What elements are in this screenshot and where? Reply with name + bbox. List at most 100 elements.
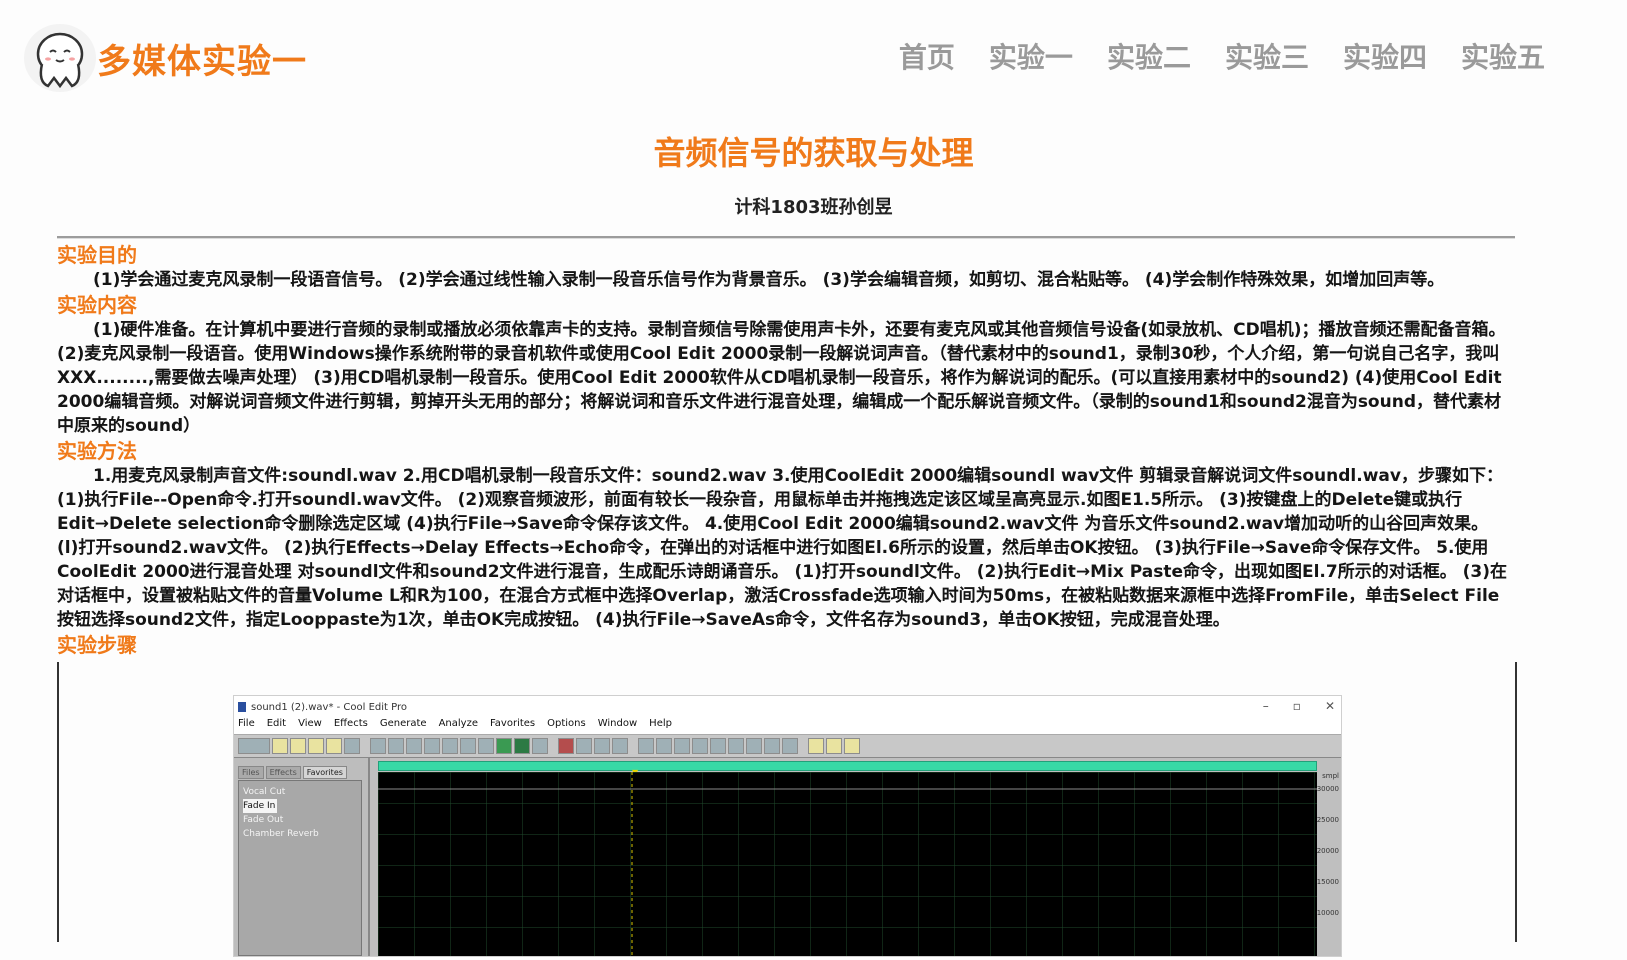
organizer-tabs: Files Effects Favorites — [234, 758, 368, 779]
window-controls: – ▫ ✕ — [1263, 699, 1335, 713]
steps-screenshot-frame: sound1 (2).wav* - Cool Edit Pro – ▫ ✕ Fi… — [57, 662, 1517, 957]
toolbar-icon — [782, 738, 798, 754]
tab-effects: Effects — [265, 766, 301, 779]
toolbar-icon — [692, 738, 708, 754]
maximize-icon: ▫ — [1292, 699, 1301, 713]
toolbar-icon — [826, 738, 842, 754]
toolbar-icon — [746, 738, 762, 754]
menu-favorites: Favorites — [489, 718, 536, 729]
page-title: 音频信号的获取与处理 — [653, 134, 974, 172]
toolbar-icon — [764, 738, 780, 754]
toolbar-cut-icon — [406, 738, 422, 754]
app-icon — [238, 702, 246, 712]
horizontal-rule — [57, 236, 1515, 239]
toolbar-paste-icon — [442, 738, 458, 754]
toolbar-green-icon — [496, 738, 512, 754]
toolbar-icon — [594, 738, 610, 754]
section-heading-steps: 实验步骤 — [57, 633, 137, 657]
amp-tick: 30000 — [1316, 785, 1339, 793]
toolbar-icon — [576, 738, 592, 754]
section-heading-purpose: 实验目的 — [57, 243, 137, 267]
cartoon-logo-icon — [36, 32, 84, 89]
author-line: 计科1803班孙创昱 — [734, 197, 893, 218]
amp-tick: 20000 — [1316, 847, 1339, 855]
toolbar-redo-icon — [388, 738, 404, 754]
amplitude-scale: smpl 30000 25000 20000 15000 10000 — [1317, 766, 1341, 956]
toolbar-pencil-icon — [558, 738, 574, 754]
nav-home[interactable]: 首页 — [899, 36, 955, 76]
toolbar-close-icon — [344, 738, 360, 754]
app-body: Files Effects Favorites Vocal Cut Fade I… — [234, 758, 1341, 956]
toolbar-new-icon — [272, 738, 288, 754]
toolbar-icon — [612, 738, 628, 754]
menu-edit: Edit — [266, 718, 287, 729]
app-window-title: sound1 (2).wav* - Cool Edit Pro — [251, 701, 408, 713]
menu-view: View — [298, 718, 322, 729]
toolbar-icon — [710, 738, 726, 754]
menu-help: Help — [649, 718, 672, 729]
cool-edit-screenshot: sound1 (2).wav* - Cool Edit Pro – ▫ ✕ Fi… — [233, 695, 1342, 957]
site-title[interactable]: 多媒体实验一 — [97, 34, 307, 83]
toolbar-icon — [656, 738, 672, 754]
tab-favorites: Favorites — [302, 766, 347, 779]
toolbar-icon — [674, 738, 690, 754]
menu-window: Window — [597, 718, 638, 729]
waveform-grid — [378, 772, 1317, 956]
section-text-method: 1.用麦克风录制声音文件:soundl.wav 2.用CD唱机录制一段音乐文件：… — [57, 466, 1507, 630]
waveform-area: ▼ smpl 30000 — [370, 758, 1341, 956]
menu-effects: Effects — [333, 718, 368, 729]
app-menubar: File Edit View Effects Generate Analyze … — [234, 718, 1341, 734]
article-body: 实验目的 (1)学会通过麦克风录制一段语音信号。 (2)学会通过线性输入录制一段… — [57, 242, 1515, 658]
organizer-pane: Files Effects Favorites Vocal Cut Fade I… — [234, 758, 370, 956]
toolbar-separator — [630, 739, 636, 753]
toolbar-separator — [550, 739, 556, 753]
nav-exp3[interactable]: 实验三 — [1225, 36, 1309, 76]
menu-options: Options — [547, 718, 586, 729]
toolbar-save-icon — [308, 738, 324, 754]
app-titlebar: sound1 (2).wav* - Cool Edit Pro – ▫ ✕ — [234, 696, 1341, 718]
main-nav: 首页 实验一 实验二 实验三 实验四 实验五 — [899, 36, 1545, 76]
list-item-selected: Fade In — [243, 799, 278, 813]
amp-tick: 15000 — [1316, 878, 1339, 886]
amp-tick: 25000 — [1316, 816, 1339, 824]
nav-exp2[interactable]: 实验二 — [1107, 36, 1191, 76]
toolbar-icon — [728, 738, 744, 754]
toolbar-separator — [362, 739, 368, 753]
logo-avatar[interactable] — [24, 24, 96, 92]
list-item: Fade Out — [243, 815, 284, 825]
section-heading-method: 实验方法 — [57, 439, 137, 463]
list-item: Chamber Reverb — [243, 829, 319, 839]
toolbar-icon — [808, 738, 824, 754]
nav-exp4[interactable]: 实验四 — [1343, 36, 1427, 76]
toolbar-icon — [532, 738, 548, 754]
amp-tick: 10000 — [1316, 909, 1339, 917]
menu-file: File — [238, 718, 255, 729]
toolbar-undo-icon — [370, 738, 386, 754]
favorites-list: Vocal Cut Fade In Fade Out Chamber Rever… — [238, 780, 362, 956]
toolbar-mix-icon — [460, 738, 476, 754]
toolbar-trim-icon — [478, 738, 494, 754]
list-item: Vocal Cut — [243, 787, 286, 797]
menu-generate: Generate — [379, 718, 427, 729]
menu-analyze: Analyze — [438, 718, 478, 729]
waveform-overview-bar — [378, 761, 1317, 771]
section-heading-content: 实验内容 — [57, 293, 137, 317]
close-icon: ✕ — [1324, 699, 1335, 713]
section-text-purpose: (1)学会通过麦克风录制一段语音信号。 (2)学会通过线性输入录制一段音乐信号作… — [93, 270, 1445, 290]
minimize-icon: – — [1262, 699, 1269, 713]
nav-exp1[interactable]: 实验一 — [989, 36, 1073, 76]
toolbar-saveas-icon — [326, 738, 342, 754]
toolbar-copy-icon — [424, 738, 440, 754]
nav-exp5[interactable]: 实验五 — [1461, 36, 1545, 76]
amp-label: smpl — [1322, 772, 1339, 780]
toolbar-open-icon — [290, 738, 306, 754]
toolbar-icon — [844, 738, 860, 754]
toolbar-mode-icon — [238, 738, 270, 754]
site-header: 多媒体实验一 首页 实验一 实验二 实验三 实验四 实验五 — [0, 0, 1627, 110]
section-text-content: (1)硬件准备。在计算机中要进行音频的录制或播放必须依靠声卡的支持。录制音频信号… — [57, 320, 1506, 436]
toolbar-green2-icon — [514, 738, 530, 754]
toolbar-separator — [800, 739, 806, 753]
tab-files: Files — [238, 766, 264, 779]
toolbar-icon — [638, 738, 654, 754]
waveform-display — [378, 772, 1317, 956]
